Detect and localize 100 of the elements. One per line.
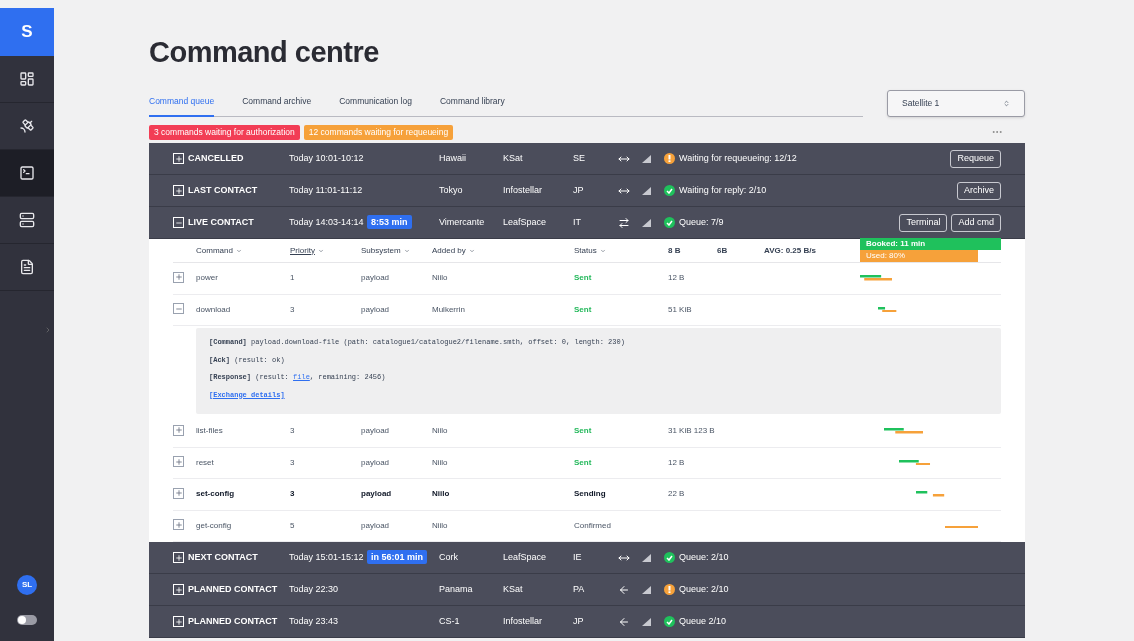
command-status: Sent <box>574 456 593 469</box>
contact-time: Today 11:01-11:12 <box>289 183 364 197</box>
priority: 5 <box>290 519 296 532</box>
provider: KSat <box>503 582 524 596</box>
contact-action-button[interactable]: Archive <box>957 181 1001 200</box>
contact-name: PLANNED CONTACT <box>188 614 279 628</box>
command-row[interactable]: list-files 3 payload Niilo Sent 31 KiB 123 B <box>173 416 1001 448</box>
server-icon <box>19 212 35 228</box>
priority: 3 <box>290 488 296 501</box>
app-logo[interactable]: S <box>0 8 54 56</box>
command-name: download <box>196 303 232 316</box>
signal-icon <box>642 154 651 163</box>
column-header[interactable]: Status <box>574 244 668 257</box>
column-header[interactable]: Command <box>196 244 290 257</box>
page-title: Command centre <box>149 38 380 70</box>
user-avatar[interactable]: SL <box>17 575 37 595</box>
timeline-drawing <box>860 275 893 281</box>
satellite-select[interactable]: Satellite 1 <box>887 90 1025 117</box>
priority: 3 <box>290 456 296 469</box>
country-code: JP <box>573 183 585 197</box>
total-size: 6B <box>717 244 729 257</box>
ground-station: Panama <box>439 582 474 596</box>
queue-status: Queue: 7/9 <box>679 215 724 229</box>
added-by: Mulkerrin <box>432 303 466 316</box>
contact-time: Today 23:43 <box>289 614 340 628</box>
country-code: JP <box>573 614 585 628</box>
contact-time: Today 15:01-15:12 <box>289 550 365 564</box>
added-by: Niilo <box>432 519 449 532</box>
column-header[interactable]: Added by <box>432 244 574 257</box>
sort-caret-icon <box>317 247 324 254</box>
contact-row[interactable]: CANCELLED Today 10:01-10:12 Hawaii KSat SE Waiting for requeueing: 12/12 Requeue <box>149 143 1025 175</box>
sort-caret-icon <box>599 247 606 254</box>
column-header[interactable]: Subsystem <box>361 244 432 257</box>
total-size: 8 B <box>668 244 682 257</box>
contact-row[interactable]: NEXT CONTACT Today 15:01-15:12 in 56:01 min Cork LeafSpace IE Queue: 2/10 <box>149 542 1025 574</box>
countdown-badge: in 56:01 min <box>367 549 428 564</box>
provider: LeafSpace <box>503 550 548 564</box>
alert-badge[interactable]: 3 commands waiting for authorization <box>149 124 300 140</box>
contact-name: LIVE CONTACT <box>188 215 255 229</box>
command-row[interactable]: power 1 payload Niilo Sent 12 B <box>173 263 1001 295</box>
contact-row[interactable]: LIVE CONTACT Today 14:03-14:14 8:53 min Vimercante LeafSpace IT Queue: 7/9 Terminal Add cmd <box>149 207 1025 239</box>
signal-icon <box>642 218 651 227</box>
contact-row[interactable]: LAST CONTACT Today 11:01-11:12 Tokyo Infostellar JP Waiting for reply: 2/10 Archive <box>149 175 1025 207</box>
command-size: 12 B <box>668 456 685 469</box>
column-header[interactable]: Priority <box>290 244 361 257</box>
signal-icon <box>642 585 651 594</box>
command-row[interactable]: reset 3 payload Niilo Sent 12 B <box>173 447 1001 479</box>
provider: Infostellar <box>503 183 544 197</box>
contact-time: Today 14:03-14:14 <box>289 215 365 229</box>
timeline-drawing <box>884 428 924 434</box>
booked-bar: Booked: 11 min <box>860 238 1001 250</box>
command-row[interactable]: download 3 payload Mulkerrin Sent 51 KiB <box>173 294 1001 326</box>
command-name: set-config <box>196 488 236 501</box>
priority: 1 <box>290 272 296 285</box>
queue-status: Waiting for requeueing: 12/12 <box>679 151 797 165</box>
contact-row[interactable]: PLANNED CONTACT Today 22:30 Panama KSat PA Queue: 2/10 <box>149 574 1025 606</box>
signal-icon <box>642 617 651 626</box>
command-status: Sent <box>574 425 593 438</box>
provider: KSat <box>503 151 524 165</box>
command-size: 51 KiB <box>668 303 692 316</box>
contact-name: NEXT CONTACT <box>188 550 259 564</box>
added-by: Niilo <box>432 272 449 285</box>
tab[interactable]: Command library <box>439 95 505 117</box>
contact-action-button[interactable]: Terminal <box>899 213 948 232</box>
sort-caret-icon <box>403 247 410 254</box>
contact-time: Today 10:01-10:12 <box>289 151 365 165</box>
provider: Infostellar <box>503 614 544 628</box>
tab[interactable]: Command archive <box>242 95 312 117</box>
ground-station: Hawaii <box>439 151 467 165</box>
theme-toggle[interactable] <box>17 615 37 625</box>
tab[interactable]: Command queue <box>149 95 215 117</box>
contact-action-button[interactable]: Add cmd <box>951 213 1001 232</box>
command-size: 31 KiB 123 B <box>668 425 715 438</box>
contact-name: CANCELLED <box>188 151 245 165</box>
contact-action-button[interactable]: Requeue <box>950 149 1001 168</box>
dashboard-icon <box>19 71 35 87</box>
signal-icon <box>642 553 651 562</box>
country-code: SE <box>573 151 586 165</box>
provider: LeafSpace <box>503 215 548 229</box>
command-size: 12 B <box>668 272 685 285</box>
tab[interactable]: Communication log <box>339 95 412 117</box>
command-name: get-config <box>196 519 233 532</box>
command-name: list-files <box>196 425 224 438</box>
sort-caret-icon <box>468 247 475 254</box>
command-status: Sent <box>574 272 593 285</box>
country-code: IT <box>573 215 582 229</box>
command-row[interactable]: set-config 3 payload Niilo Sending 22 B <box>173 479 1001 511</box>
select-caret-icon <box>1003 100 1010 107</box>
terminal-icon <box>19 165 35 181</box>
command-name: reset <box>196 456 215 469</box>
queue-status: Waiting for reply: 2/10 <box>679 183 767 197</box>
subsystem: payload <box>361 425 391 438</box>
command-status: Confirmed <box>574 519 612 532</box>
sidebar-item[interactable] <box>0 150 54 197</box>
priority: 3 <box>290 303 296 316</box>
contact-row[interactable]: PLANNED CONTACT Today 23:43 CS-1 Infostellar JP Queue 2/10 <box>149 606 1025 638</box>
sort-caret-icon <box>235 247 242 254</box>
subsystem: payload <box>361 272 391 285</box>
command-name: power <box>196 272 219 285</box>
subsystem: payload <box>361 488 393 501</box>
